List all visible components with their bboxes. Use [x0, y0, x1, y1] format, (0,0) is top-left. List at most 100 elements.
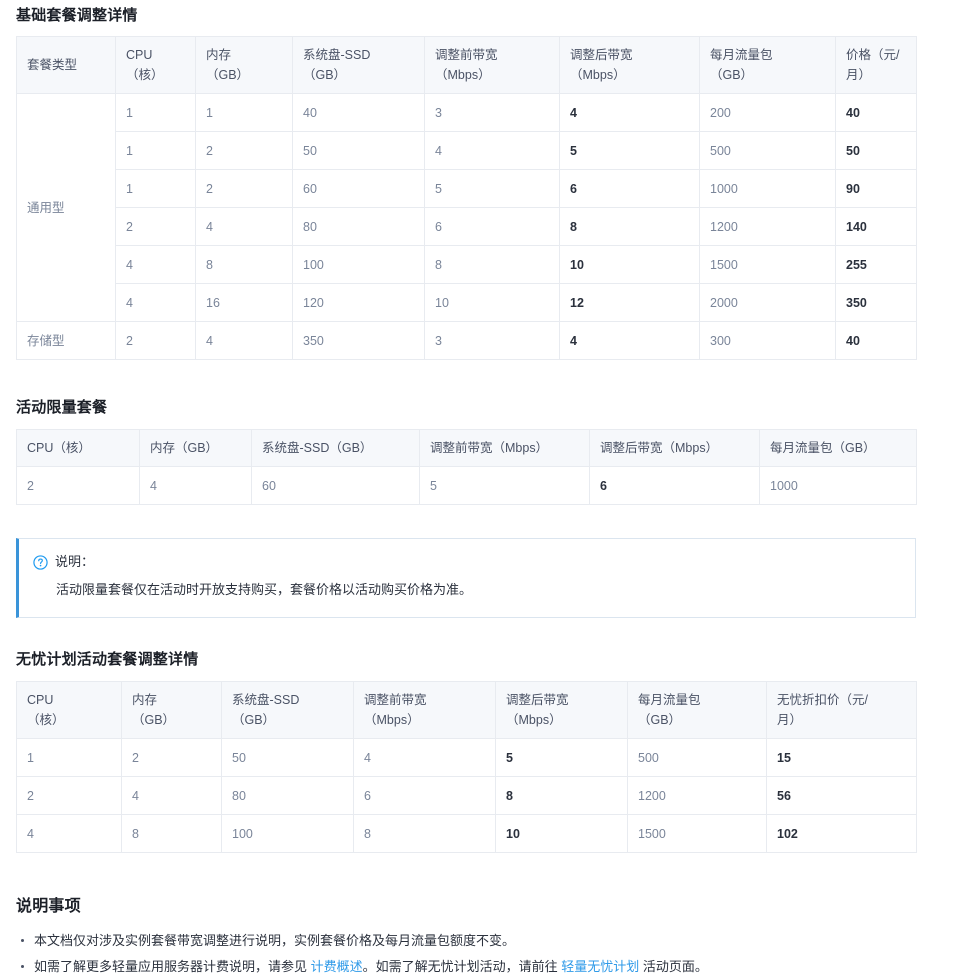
cell-bandwidth-after: 4 [559, 93, 700, 132]
cell-bandwidth-before: 8 [424, 245, 560, 284]
header-line-1: 系统盘-SSD [232, 693, 300, 707]
cell-price: 90 [835, 169, 917, 208]
cell-bandwidth-after: 6 [559, 169, 700, 208]
cell-bandwidth-after: 4 [559, 321, 700, 360]
promo-plan-table: CPU（核） 内存（GB） 系统盘-SSD（GB） 调整前带宽（Mbps） 调整… [16, 429, 917, 505]
cell-worryfree-price: 102 [766, 814, 917, 853]
promo-plan-table-head: CPU（核） 内存（GB） 系统盘-SSD（GB） 调整前带宽（Mbps） 调整… [16, 429, 917, 467]
cell-price: 350 [835, 283, 917, 322]
cell-monthly-traffic: 1000 [699, 169, 836, 208]
header-line-1: 套餐类型 [27, 58, 78, 72]
cell-system-disk: 80 [292, 207, 425, 246]
cell-bandwidth-before: 4 [424, 131, 560, 170]
col-header-monthly-traffic: 每月流量包（GB） [759, 429, 917, 467]
cell-bandwidth-after: 5 [559, 131, 700, 170]
col-header-bandwidth-after: 调整后带宽（Mbps） [589, 429, 760, 467]
cell-price: 40 [835, 321, 917, 360]
header-line-2: （核） [27, 713, 65, 727]
cell-memory: 4 [139, 466, 252, 505]
cell-memory: 2 [121, 738, 222, 777]
cell-price: 40 [835, 93, 917, 132]
notes-bullet-list: 本文档仅对涉及实例套餐带宽调整进行说明，实例套餐价格及每月流量包额度不变。 如需… [0, 917, 965, 980]
cell-plan-type-general: 通用型 [16, 93, 116, 322]
cell-system-disk: 60 [292, 169, 425, 208]
cell-system-disk: 50 [221, 738, 354, 777]
table-row: 4 8 100 8 10 1500 102 [16, 814, 917, 853]
col-header-bandwidth-after: 调整后带宽 （Mbps） [559, 36, 700, 94]
cell-monthly-traffic: 500 [699, 131, 836, 170]
worryfree-plan-link[interactable]: 轻量无忧计划 [561, 959, 639, 974]
note-item-2-text-part3: 活动页面。 [639, 959, 708, 974]
table-row: 4 16 120 10 12 2000 350 [17, 283, 917, 322]
cell-monthly-traffic: 1500 [699, 245, 836, 284]
cell-bandwidth-before: 5 [419, 466, 590, 505]
header-line-1: 调整后带宽 [570, 48, 633, 62]
cell-monthly-traffic: 1500 [627, 814, 767, 853]
cell-bandwidth-before: 10 [424, 283, 560, 322]
list-item: 如需了解更多轻量应用服务器计费说明，请参见 计费概述。如需了解无忧计划活动，请前… [21, 954, 949, 980]
cell-system-disk: 60 [251, 466, 420, 505]
header-line-2: 月） [846, 68, 872, 82]
note-item-1-text: 本文档仅对涉及实例套餐带宽调整进行说明，实例套餐价格及每月流量包额度不变。 [34, 933, 516, 948]
cell-bandwidth-before: 6 [424, 207, 560, 246]
col-header-cpu: CPU （核） [16, 681, 122, 739]
col-header-price: 价格（元/ 月） [835, 36, 917, 94]
col-header-system-disk: 系统盘-SSD（GB） [251, 429, 420, 467]
col-header-bandwidth-before: 调整前带宽 （Mbps） [353, 681, 496, 739]
cell-monthly-traffic: 2000 [699, 283, 836, 322]
cell-cpu: 1 [115, 131, 196, 170]
promo-plan-table-body: 2 4 60 5 6 1000 [16, 466, 917, 505]
table-row: 4 8 100 8 10 1500 255 [17, 245, 917, 284]
cell-memory: 4 [121, 776, 222, 815]
header-line-2: （Mbps） [364, 713, 420, 727]
col-header-memory: 内存 （GB） [121, 681, 222, 739]
cell-system-disk: 80 [221, 776, 354, 815]
cell-cpu: 4 [115, 283, 196, 322]
cell-system-disk: 350 [292, 321, 425, 360]
table-row: 2 4 60 5 6 1000 [16, 466, 917, 505]
col-header-bandwidth-before: 调整前带宽 （Mbps） [424, 36, 560, 94]
cell-cpu: 1 [115, 93, 196, 132]
cell-bandwidth-after: 6 [589, 466, 760, 505]
header-line-2: （Mbps） [570, 68, 626, 82]
question-circle-icon [33, 554, 48, 570]
cell-cpu: 4 [16, 814, 122, 853]
header-line-2: （Mbps） [435, 68, 491, 82]
cell-bandwidth-before: 5 [424, 169, 560, 208]
header-line-2: （GB） [303, 68, 347, 82]
cell-bandwidth-after: 8 [559, 207, 700, 246]
worryfree-plan-table-body: 1 2 50 4 5 500 15 2 4 80 6 8 1200 56 4 8… [16, 738, 917, 853]
documentation-page: 基础套餐调整详情 套餐类型 CPU （核） 内存 （GB） 系统盘-SSD （G… [0, 0, 965, 980]
table-row: 1 2 50 4 5 500 50 [17, 131, 917, 170]
table-header-row: CPU （核） 内存 （GB） 系统盘-SSD （GB） 调整前带宽 （Mbps… [16, 681, 917, 739]
col-header-system-disk: 系统盘-SSD （GB） [221, 681, 354, 739]
cell-bandwidth-after: 8 [495, 776, 628, 815]
header-line-1: 调整前带宽 [364, 693, 427, 707]
note-item-2-text-part1: 如需了解更多轻量应用服务器计费说明，请参见 [34, 959, 311, 974]
cell-bandwidth-before: 3 [424, 321, 560, 360]
cell-memory: 4 [195, 207, 293, 246]
cell-bandwidth-after: 12 [559, 283, 700, 322]
cell-worryfree-price: 15 [766, 738, 917, 777]
billing-overview-link[interactable]: 计费概述 [311, 959, 363, 974]
col-header-cpu: CPU（核） [16, 429, 140, 467]
cell-bandwidth-before: 4 [353, 738, 496, 777]
header-line-1: CPU [126, 48, 153, 62]
col-header-monthly-traffic: 每月流量包 （GB） [627, 681, 767, 739]
cell-memory: 16 [195, 283, 293, 322]
header-line-2: （GB） [232, 713, 276, 727]
cell-price: 255 [835, 245, 917, 284]
basic-plan-table: 套餐类型 CPU （核） 内存 （GB） 系统盘-SSD （GB） 调整前带宽 … [16, 36, 917, 360]
table-row: 2 4 80 6 8 1200 140 [17, 207, 917, 246]
header-line-1: 每月流量包 [638, 693, 701, 707]
note-label: 说明： [55, 554, 95, 569]
cell-cpu: 4 [115, 245, 196, 284]
header-line-2: （GB） [132, 713, 176, 727]
cell-cpu: 1 [115, 169, 196, 208]
cell-monthly-traffic: 1200 [699, 207, 836, 246]
cell-memory: 4 [195, 321, 293, 360]
basic-plan-table-body: 通用型 1 1 40 3 4 200 40 1 2 50 4 5 500 50 [16, 93, 917, 360]
cell-system-disk: 100 [292, 245, 425, 284]
col-header-plan-type: 套餐类型 [16, 36, 116, 94]
header-line-1: 价格（元/ [846, 48, 900, 62]
